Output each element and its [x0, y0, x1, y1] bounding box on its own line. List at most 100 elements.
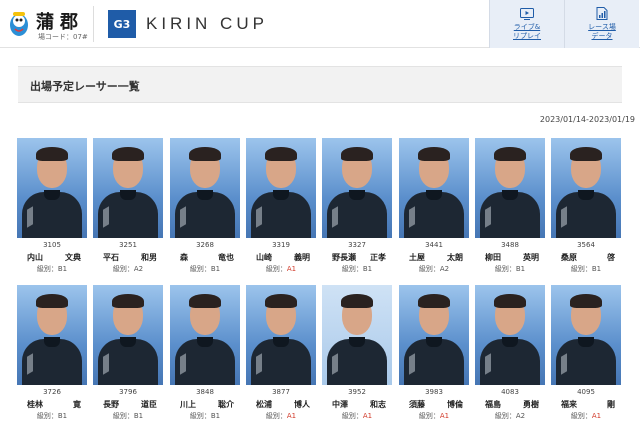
racer-card[interactable]: 3251 平石 和男 級別：A2	[93, 138, 163, 274]
racer-name[interactable]: 須藤 博倫	[399, 399, 469, 410]
racer-reg-number: 3983	[425, 388, 443, 396]
racer-reg-number: 3319	[272, 241, 290, 249]
venue-name[interactable]: 蒲郡	[36, 8, 84, 34]
racer-reg-number: 3105	[43, 241, 61, 249]
racer-card[interactable]: 3105 内山 文典 級別：B1	[17, 138, 87, 274]
racer-photo[interactable]	[399, 285, 469, 385]
racer-card[interactable]: 3726 桂林 寛級別：B1	[17, 285, 87, 421]
racer-card[interactable]: 4095 福来 剛級別：A1	[551, 285, 621, 421]
rank-prefix: 級別：	[265, 265, 287, 273]
racer-family-name: 川上	[180, 400, 196, 409]
racer-card[interactable]: 4083 福島 勇樹 級別：A2	[475, 285, 545, 421]
racer-card[interactable]: 3268 森 竜也 級別：B1	[170, 138, 240, 274]
racer-photo[interactable]	[170, 285, 240, 385]
racer-family-name: 平石	[103, 253, 119, 262]
racer-rank: 級別：B1	[475, 264, 545, 274]
racer-family-name: 須藤	[409, 400, 425, 409]
venue-data-label-1: レース場	[588, 23, 616, 31]
rank-value: A1	[439, 412, 450, 420]
racer-card[interactable]: 3952 中澤 和志 級別：A1	[322, 285, 392, 421]
rank-value: A2	[515, 412, 526, 420]
racer-photo[interactable]	[246, 285, 316, 385]
racer-name[interactable]: 桂林 寛	[17, 399, 87, 410]
racer-family-name: 内山	[27, 253, 43, 262]
racer-name[interactable]: 内山 文典	[17, 252, 87, 263]
racer-photo[interactable]	[399, 138, 469, 238]
racer-rank: 級別：B1	[170, 411, 240, 421]
racer-photo[interactable]	[322, 138, 392, 238]
rank-value: A1	[591, 412, 602, 420]
racer-family-name: 長野	[103, 400, 119, 409]
racer-photo[interactable]	[551, 138, 621, 238]
racer-name[interactable]: 森 竜也	[170, 252, 240, 263]
racer-photo[interactable]	[17, 285, 87, 385]
racer-card[interactable]: 3796 長野 道臣 級別：B1	[93, 285, 163, 421]
racer-photo[interactable]	[170, 138, 240, 238]
rank-prefix: 級別：	[570, 412, 592, 420]
rank-value: B1	[133, 412, 144, 420]
racer-family-name: 福島	[485, 400, 501, 409]
racer-photo[interactable]	[475, 285, 545, 385]
racer-name[interactable]: 福来 剛	[551, 399, 621, 410]
racer-name[interactable]: 野長瀬 正孝	[322, 252, 392, 263]
rank-prefix: 級別：	[341, 265, 363, 273]
racer-photo[interactable]	[93, 285, 163, 385]
racer-rank: 級別：B1	[93, 411, 163, 421]
racer-reg-number: 3796	[119, 388, 137, 396]
racer-name[interactable]: 土屋 太朗	[399, 252, 469, 263]
racer-card[interactable]: 3327 野長瀬 正孝 級別：B1	[322, 138, 392, 274]
racer-reg-number: 3327	[348, 241, 366, 249]
rank-value: B1	[362, 265, 373, 273]
racer-card[interactable]: 3848 川上 聡介 級別：B1	[170, 285, 240, 421]
racer-card[interactable]: 3877 松浦 博人 級別：A1	[246, 285, 316, 421]
racer-card[interactable]: 3488 柳田 英明 級別：B1	[475, 138, 545, 274]
racer-photo[interactable]	[475, 138, 545, 238]
racer-given-name: 博倫	[447, 400, 463, 409]
rank-value: A1	[286, 265, 297, 273]
race-title: KIRIN CUP	[146, 14, 268, 33]
rank-prefix: 級別：	[36, 265, 58, 273]
tv-play-icon	[520, 7, 534, 20]
racer-card[interactable]: 3564 桑原 啓級別：B1	[551, 138, 621, 274]
racer-name[interactable]: 福島 勇樹	[475, 399, 545, 410]
racer-name[interactable]: 長野 道臣	[93, 399, 163, 410]
racer-reg-number: 3564	[577, 241, 595, 249]
live-replay-label-2: リプレイ	[513, 31, 541, 40]
racer-name[interactable]: 平石 和男	[93, 252, 163, 263]
rank-prefix: 級別：	[341, 412, 363, 420]
racer-given-name: 和男	[141, 253, 157, 262]
racer-rank: 級別：B1	[322, 264, 392, 274]
racer-photo[interactable]	[17, 138, 87, 238]
racer-card[interactable]: 3319 山崎 義明 級別：A1	[246, 138, 316, 274]
racer-name[interactable]: 松浦 博人	[246, 399, 316, 410]
racer-card[interactable]: 3983 須藤 博倫 級別：A1	[399, 285, 469, 421]
racer-family-name: 福来	[561, 400, 577, 409]
racer-name[interactable]: 柳田 英明	[475, 252, 545, 263]
rank-value: B1	[591, 265, 602, 273]
racer-photo[interactable]	[93, 138, 163, 238]
racer-family-name: 山崎	[256, 253, 272, 262]
racer-given-name: 寛	[73, 400, 81, 409]
rank-value: A1	[362, 412, 373, 420]
racer-name[interactable]: 山崎 義明	[246, 252, 316, 263]
racer-name[interactable]: 桑原 啓	[551, 252, 621, 263]
rank-value: B1	[57, 412, 68, 420]
mascot-logo-icon[interactable]	[8, 10, 30, 38]
racer-rank: 級別：A1	[246, 264, 316, 274]
racer-photo[interactable]	[322, 285, 392, 385]
racer-photo[interactable]	[551, 285, 621, 385]
racer-family-name: 桂林	[27, 400, 43, 409]
live-replay-button[interactable]: ライブ& リプレイ	[489, 0, 564, 48]
racer-reg-number: 3488	[501, 241, 519, 249]
racer-name[interactable]: 中澤 和志	[322, 399, 392, 410]
racer-rank: 級別：A1	[322, 411, 392, 421]
rank-prefix: 級別：	[189, 412, 211, 420]
racer-reg-number: 4095	[577, 388, 595, 396]
racer-photo[interactable]	[246, 138, 316, 238]
racer-card[interactable]: 3441 土屋 太朗 級別：A2	[399, 138, 469, 274]
racer-name[interactable]: 川上 聡介	[170, 399, 240, 410]
racer-reg-number: 3877	[272, 388, 290, 396]
venue-data-button[interactable]: レース場 データ	[564, 0, 639, 48]
racer-rank: 級別：A1	[246, 411, 316, 421]
section-title: 出場予定レーサー一覧	[30, 80, 140, 93]
